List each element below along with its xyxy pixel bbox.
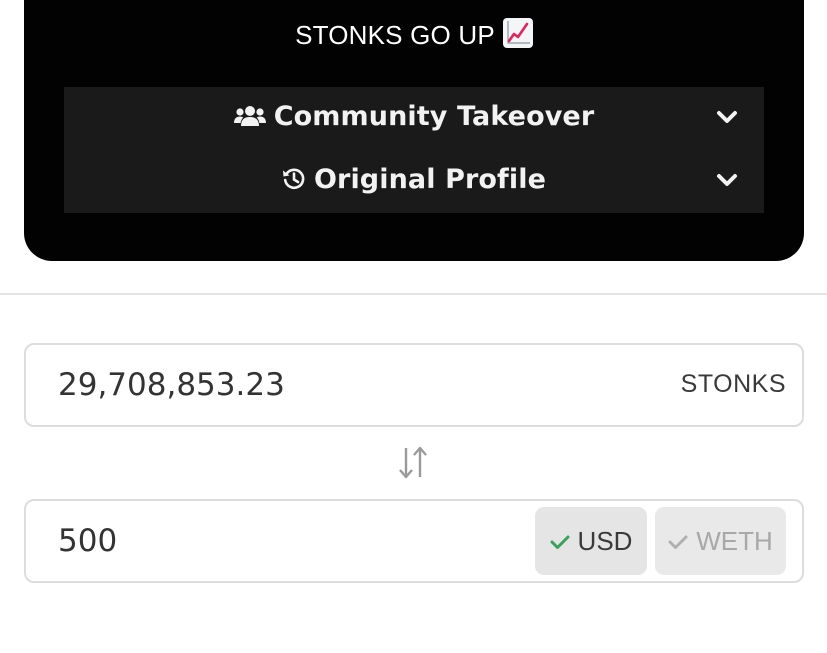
token-card: STONKS GO UP Community Takeover Original…: [24, 0, 804, 261]
to-amount-field: USD WETH: [24, 499, 804, 583]
accordion-label: Community Takeover: [273, 101, 595, 132]
info-accordion: Community Takeover Original Profile: [64, 87, 764, 213]
section-divider: [0, 293, 827, 295]
check-icon: [550, 526, 570, 557]
swap-arrows-icon[interactable]: [396, 444, 430, 484]
accordion-label: Original Profile: [313, 164, 547, 195]
from-token-label: STONKS: [680, 370, 786, 398]
chevron-down-icon[interactable]: [716, 109, 738, 129]
users-icon: [233, 104, 266, 135]
accordion-community-takeover[interactable]: Community Takeover: [64, 87, 764, 150]
currency-label: WETH: [696, 525, 773, 556]
currency-usd-button[interactable]: USD: [535, 507, 647, 575]
accordion-original-profile[interactable]: Original Profile: [64, 150, 764, 213]
card-title-text: STONKS GO UP: [295, 20, 495, 50]
chevron-down-icon[interactable]: [716, 172, 738, 192]
history-icon: [282, 167, 306, 198]
chart-increasing-icon: [502, 18, 533, 48]
from-amount-input[interactable]: [58, 365, 578, 405]
check-icon: [668, 526, 688, 557]
to-amount-input[interactable]: [58, 521, 578, 561]
currency-label: USD: [577, 525, 633, 556]
from-amount-field: STONKS: [24, 343, 804, 427]
card-title: STONKS GO UP: [24, 18, 804, 50]
currency-weth-button[interactable]: WETH: [655, 507, 786, 575]
